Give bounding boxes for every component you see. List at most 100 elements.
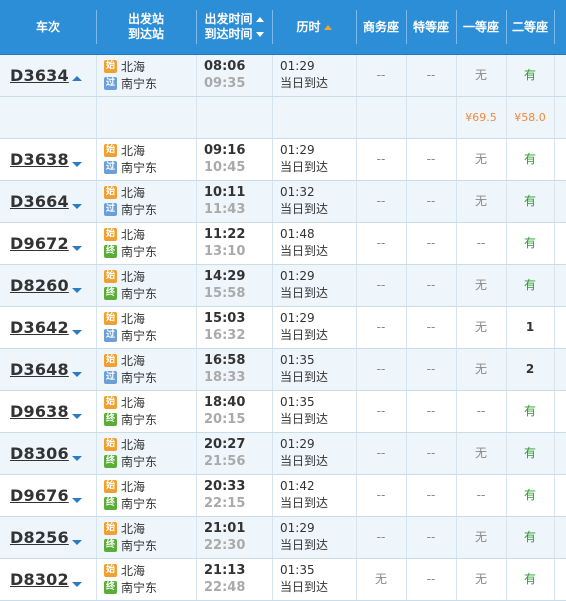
column-divider [96,55,97,96]
train-number-link[interactable]: D3642 [10,318,69,337]
header-stations: 出发站 到达站 [96,0,196,54]
column-divider [272,181,273,222]
from-station[interactable]: 北海 [121,562,145,579]
seat-special-availability: -- [426,278,436,292]
table-row[interactable]: D3638 始北海 过南宁东 09:16 10:45 01:29 当日到达 --… [0,139,566,181]
depart-time: 08:06 [204,59,246,74]
table-row[interactable]: D8256 始北海 终南宁东 21:01 22:30 01:29 当日到达 --… [0,517,566,559]
from-station[interactable]: 北海 [121,436,145,453]
train-number-link[interactable]: D8260 [10,276,69,295]
collapse-caret-icon[interactable] [72,76,82,81]
to-station[interactable]: 南宁东 [121,369,157,386]
table-row[interactable]: D3648 始北海 过南宁东 16:58 18:33 01:35 当日到达 --… [0,349,566,391]
table-row[interactable]: D8306 始北海 终南宁东 20:27 21:56 01:29 当日到达 --… [0,433,566,475]
duration: 01:29 当日到达 [280,436,328,470]
from-station[interactable]: 北海 [121,184,145,201]
column-divider [96,559,97,600]
depart-time: 20:33 [204,479,246,494]
sort-asc-icon [255,17,264,22]
train-number-link[interactable]: D9676 [10,486,69,505]
end-station-icon: 终 [104,581,117,594]
seat-biz-availability: 无 [374,572,387,586]
expand-caret-icon[interactable] [72,414,82,419]
from-station[interactable]: 北海 [121,478,145,495]
expand-caret-icon[interactable] [72,540,82,545]
to-station[interactable]: 南宁东 [121,201,157,218]
to-station[interactable]: 南宁东 [121,453,157,470]
to-station[interactable]: 南宁东 [121,327,157,344]
seat-special-availability: -- [426,446,436,460]
arrive-time: 22:30 [204,538,246,553]
start-station-icon: 始 [104,186,117,199]
expand-caret-icon[interactable] [72,288,82,293]
train-number-link[interactable]: D8306 [10,444,69,463]
from-station[interactable]: 北海 [121,58,145,75]
arrival-note: 当日到达 [280,370,329,384]
column-divider [272,475,273,516]
seat-first-availability: -- [476,488,486,502]
seat-second-availability: 2 [525,362,535,376]
to-station[interactable]: 南宁东 [121,495,157,512]
expand-caret-icon[interactable] [72,330,82,335]
to-station[interactable]: 南宁东 [121,579,157,596]
expand-caret-icon[interactable] [72,582,82,587]
column-divider [272,55,273,96]
from-station[interactable]: 北海 [121,310,145,327]
from-station[interactable]: 北海 [121,268,145,285]
to-station[interactable]: 南宁东 [121,75,157,92]
header-second-class-label: 二等座 [511,19,548,34]
expand-caret-icon[interactable] [72,204,82,209]
to-station[interactable]: 南宁东 [121,243,157,260]
seat-biz-availability: -- [376,530,386,544]
duration-value: 01:29 [280,521,315,535]
expand-caret-icon[interactable] [72,246,82,251]
first-class-price[interactable]: ¥69.5 [456,97,506,138]
table-row[interactable]: D8260 始北海 终南宁东 14:29 15:58 01:29 当日到达 --… [0,265,566,307]
times: 14:29 15:58 [204,268,245,302]
expand-caret-icon[interactable] [72,456,82,461]
column-divider [554,55,555,96]
from-station[interactable]: 北海 [121,352,145,369]
table-row[interactable]: D3642 始北海 过南宁东 15:03 16:32 01:29 当日到达 --… [0,307,566,349]
end-station-icon: 终 [104,539,117,552]
depart-time: 21:13 [204,563,246,578]
sort-by-duration-button[interactable]: 历时 [272,0,356,54]
seat-first-availability: -- [476,404,486,418]
expand-caret-icon[interactable] [72,372,82,377]
expand-caret-icon[interactable] [72,162,82,167]
to-station[interactable]: 南宁东 [121,285,157,302]
second-class-price[interactable]: ¥58.0 [506,97,554,138]
expand-caret-icon[interactable] [72,498,82,503]
train-number-link[interactable]: D8256 [10,528,69,547]
from-station[interactable]: 北海 [121,142,145,159]
train-number-link[interactable]: D3638 [10,150,69,169]
train-number-link[interactable]: D9672 [10,234,69,253]
table-row[interactable]: D3664 始北海 过南宁东 10:11 11:43 01:32 当日到达 --… [0,181,566,223]
table-row[interactable]: D9676 始北海 终南宁东 20:33 22:15 01:42 当日到达 --… [0,475,566,517]
duration-value: 01:48 [280,227,315,241]
table-row[interactable]: D3634 始北海 过南宁东 08:06 09:35 01:29 当日到达 --… [0,55,566,97]
column-divider [196,265,197,306]
column-divider [554,139,555,180]
table-row[interactable]: D9638 始北海 终南宁东 18:40 20:15 01:35 当日到达 --… [0,391,566,433]
train-number-link[interactable]: D3648 [10,360,69,379]
to-station[interactable]: 南宁东 [121,537,157,554]
seat-first-availability: 无 [474,194,487,208]
column-divider [554,475,555,516]
table-row[interactable]: D8302 始北海 终南宁东 21:13 22:48 01:35 当日到达 无 -… [0,559,566,601]
sort-by-time-button[interactable]: 出发时间 到达时间 [196,0,272,54]
stations: 始北海 终南宁东 [104,562,157,596]
to-station[interactable]: 南宁东 [121,411,157,428]
train-number-link[interactable]: D3634 [10,66,69,85]
to-station[interactable]: 南宁东 [121,159,157,176]
from-station[interactable]: 北海 [121,520,145,537]
from-station[interactable]: 北海 [121,226,145,243]
from-station[interactable]: 北海 [121,394,145,411]
train-number-link[interactable]: D9638 [10,402,69,421]
times: 20:27 21:56 [204,436,245,470]
table-row[interactable]: D9672 始北海 终南宁东 11:22 13:10 01:48 当日到达 --… [0,223,566,265]
train-number-link[interactable]: D8302 [10,570,69,589]
price-row: ¥69.5 ¥58.0 [0,97,566,139]
train-number-link[interactable]: D3664 [10,192,69,211]
end-station-icon: 终 [104,413,117,426]
